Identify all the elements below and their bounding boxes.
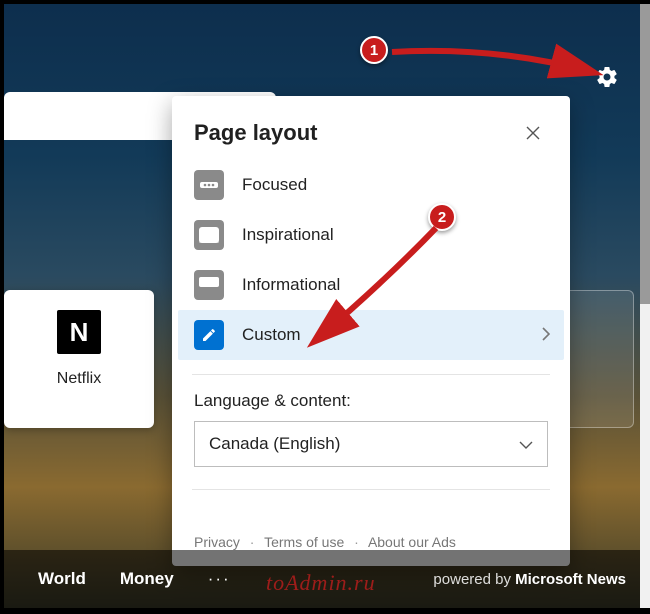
chevron-right-icon xyxy=(542,325,550,346)
chevron-down-icon xyxy=(519,434,533,454)
layout-options-list: Focused Inspirational Informational Cust… xyxy=(172,156,570,360)
layout-option-label: Informational xyxy=(242,275,340,295)
nav-money[interactable]: Money xyxy=(120,569,174,589)
popup-title: Page layout xyxy=(194,120,317,146)
news-nav-bar: World Money ··· powered by Microsoft New… xyxy=(4,550,644,608)
language-select[interactable]: Canada (English) xyxy=(194,421,548,467)
quick-link-tile-netflix[interactable]: N Netflix xyxy=(4,290,154,428)
layout-option-focused[interactable]: Focused xyxy=(178,160,564,210)
popup-header: Page layout xyxy=(172,96,570,156)
focused-icon xyxy=(194,170,224,200)
language-selected-value: Canada (English) xyxy=(209,434,340,454)
scroll-thumb[interactable] xyxy=(640,4,650,304)
close-icon xyxy=(526,126,540,140)
informational-icon xyxy=(194,270,224,300)
nav-world[interactable]: World xyxy=(38,569,86,589)
gear-icon xyxy=(595,65,619,89)
privacy-link[interactable]: Privacy xyxy=(194,534,240,550)
divider xyxy=(192,374,550,375)
settings-gear-button[interactable] xyxy=(594,64,620,90)
custom-icon xyxy=(194,320,224,350)
netflix-icon: N xyxy=(57,310,101,354)
divider xyxy=(192,489,550,490)
annotation-step-1: 1 xyxy=(360,36,388,64)
quick-link-label: Netflix xyxy=(57,370,101,388)
language-section: Language & content: Canada (English) xyxy=(172,389,570,467)
layout-option-inspirational[interactable]: Inspirational xyxy=(178,210,564,260)
annotation-arrow-1 xyxy=(386,42,606,92)
edge-new-tab-background: N Netflix Page layout Focused xyxy=(4,4,644,608)
terms-link[interactable]: Terms of use xyxy=(264,534,344,550)
layout-option-label: Inspirational xyxy=(242,225,334,245)
powered-by-label: powered by Microsoft News xyxy=(433,571,626,588)
close-button[interactable] xyxy=(518,118,548,148)
nav-more[interactable]: ··· xyxy=(208,569,231,589)
language-label: Language & content: xyxy=(194,391,548,411)
ads-link[interactable]: About our Ads xyxy=(368,534,456,550)
popup-footer-links: Privacy · Terms of use · About our Ads xyxy=(172,534,570,550)
layout-option-label: Custom xyxy=(242,325,301,345)
layout-option-label: Focused xyxy=(242,175,307,195)
layout-option-informational[interactable]: Informational xyxy=(178,260,564,310)
vertical-scrollbar[interactable] xyxy=(640,4,650,608)
layout-option-custom[interactable]: Custom xyxy=(178,310,564,360)
inspirational-icon xyxy=(194,220,224,250)
page-layout-popup: Page layout Focused Inspirational xyxy=(172,96,570,566)
